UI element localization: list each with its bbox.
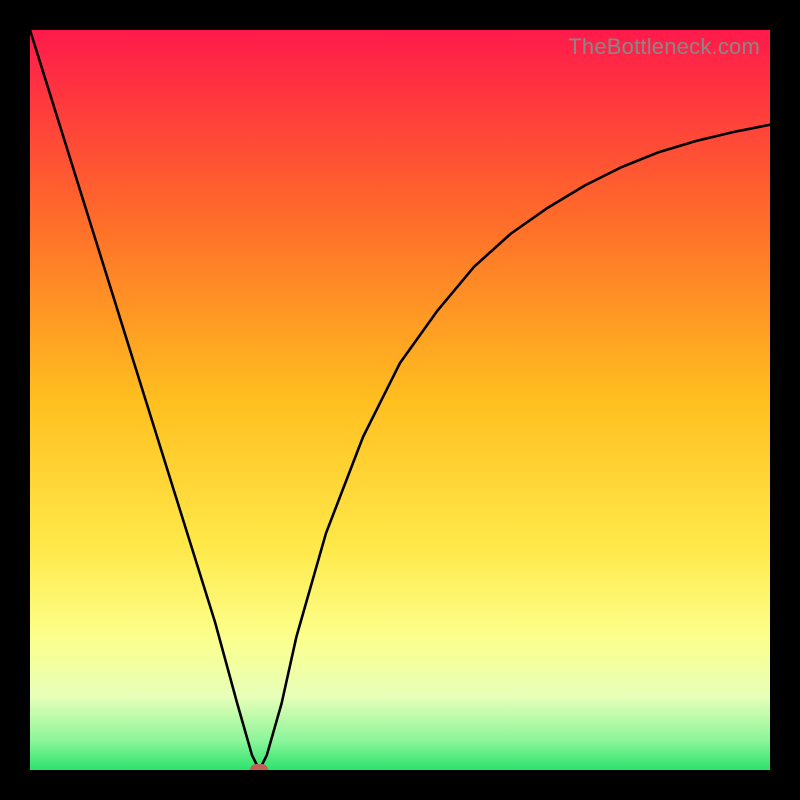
optimum-marker (250, 764, 268, 770)
bottleneck-curve (30, 30, 770, 770)
chart-frame: TheBottleneck.com (0, 0, 800, 800)
plot-area: TheBottleneck.com (30, 30, 770, 770)
